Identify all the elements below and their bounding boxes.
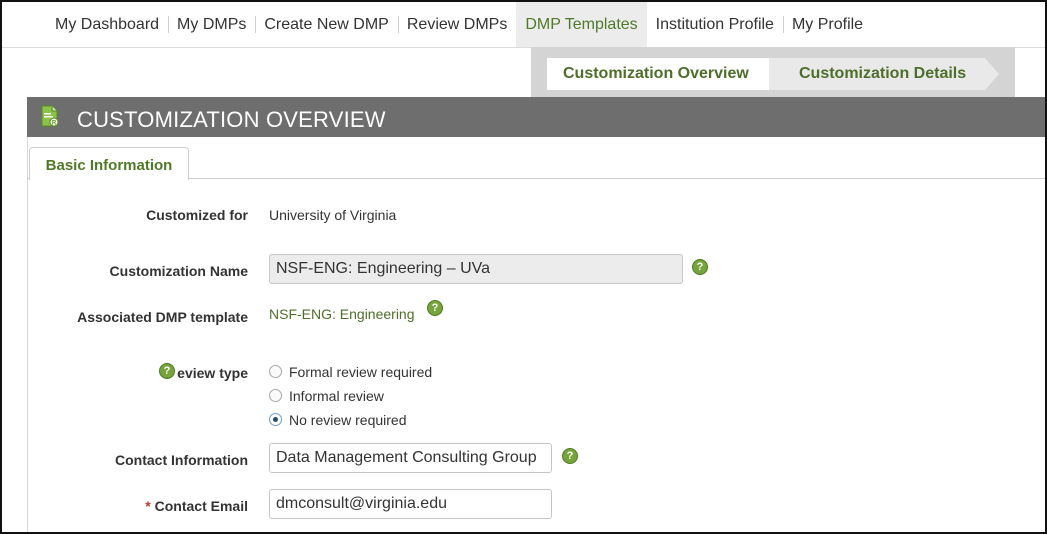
nav-institution-profile[interactable]: Institution Profile — [647, 2, 783, 47]
radio-button-checked[interactable] — [269, 413, 282, 426]
associated-template-link[interactable]: NSF-ENG: Engineering — [269, 306, 415, 322]
help-icon[interactable]: ? — [692, 259, 708, 275]
contact-information-field[interactable]: Data Management Consulting Group — [269, 443, 552, 473]
review-option-informal[interactable]: Informal review — [269, 387, 384, 405]
breadcrumb-step-details[interactable]: Customization Details — [769, 58, 999, 90]
review-option-informal-label: Informal review — [289, 388, 384, 404]
customized-for-label: Customized for — [146, 207, 248, 223]
contact-information-label: Contact Information — [115, 452, 248, 468]
review-option-none[interactable]: No review required — [269, 411, 407, 429]
nav-create-new-dmp[interactable]: Create New DMP — [255, 2, 397, 47]
customization-name-field[interactable]: NSF-ENG: Engineering – UVa — [269, 254, 683, 284]
document-icon: R — [41, 105, 59, 127]
help-icon[interactable]: ? — [159, 363, 175, 379]
contact-email-label: * Contact Email — [18, 498, 248, 514]
breadcrumb-step-overview-label: Customization Overview — [563, 65, 749, 82]
top-navigation: My Dashboard My DMPs Create New DMP Revi… — [2, 2, 1045, 48]
nav-my-profile[interactable]: My Profile — [782, 2, 872, 47]
associated-template-label: Associated DMP template — [77, 309, 248, 325]
customization-name-label: Customization Name — [109, 263, 248, 279]
content-left-border — [27, 137, 28, 532]
review-option-formal-label: Formal review required — [289, 364, 433, 380]
app-window: My Dashboard My DMPs Create New DMP Revi… — [0, 0, 1047, 534]
nav-my-dmps[interactable]: My DMPs — [168, 2, 255, 47]
breadcrumb: Customization Overview Customization Det… — [531, 47, 1015, 97]
required-marker: * — [145, 498, 151, 514]
radio-button[interactable] — [269, 389, 282, 402]
tab-basic-information[interactable]: Basic Information — [29, 147, 189, 180]
help-icon[interactable]: ? — [427, 300, 443, 316]
contact-email-label-text: Contact Email — [154, 498, 248, 514]
page-title: CUSTOMIZATION OVERVIEW — [77, 107, 386, 132]
radio-button[interactable] — [269, 365, 282, 378]
nav-my-dashboard[interactable]: My Dashboard — [46, 2, 168, 47]
review-option-formal[interactable]: Formal review required — [269, 363, 432, 381]
review-option-none-label: No review required — [289, 412, 407, 428]
review-type-label-text: eview type — [177, 365, 248, 381]
svg-text:R: R — [52, 121, 57, 127]
help-icon[interactable]: ? — [562, 448, 578, 464]
contact-email-field[interactable]: dmconsult@virginia.edu — [269, 489, 552, 519]
nav-review-dmps[interactable]: Review DMPs — [397, 2, 516, 47]
review-type-label: eview type — [18, 365, 248, 381]
nav-dmp-templates[interactable]: DMP Templates — [516, 2, 647, 47]
breadcrumb-step-overview[interactable]: Customization Overview — [547, 58, 785, 90]
page-header: R CUSTOMIZATION OVERVIEW — [27, 97, 1045, 137]
breadcrumb-step-details-label: Customization Details — [799, 65, 967, 82]
customized-for-value: University of Virginia — [269, 207, 397, 223]
